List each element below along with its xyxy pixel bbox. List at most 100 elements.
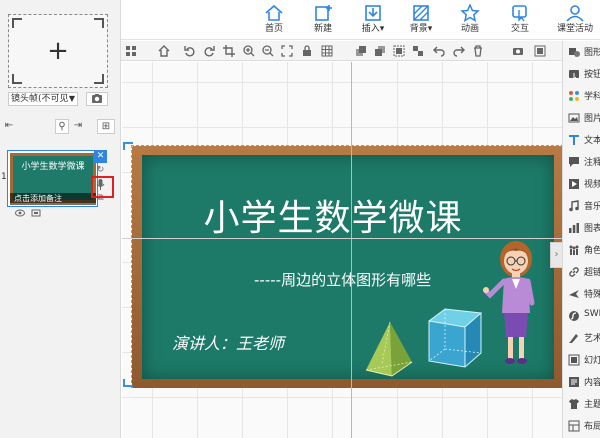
- ungroup-icon[interactable]: [412, 45, 424, 57]
- slide-speaker[interactable]: 演讲人：王老师: [172, 330, 284, 354]
- rotate-left-icon[interactable]: [184, 45, 196, 57]
- animation-button[interactable]: 动画: [444, 3, 496, 39]
- close-icon[interactable]: ✕: [94, 150, 107, 163]
- panel-item-subject[interactable]: 学科: [563, 85, 600, 107]
- cube-illustration[interactable]: [425, 305, 485, 371]
- add-frame-button[interactable]: +: [8, 14, 108, 88]
- interact-button[interactable]: 交互: [494, 3, 546, 39]
- frame-visibility-select[interactable]: 镜头帧(不可见 ▼: [8, 92, 78, 106]
- panel-label-layout: 布局: [584, 422, 600, 432]
- panel-item-button[interactable]: 按钮: [563, 63, 600, 85]
- collapse-panel-tab[interactable]: ›: [550, 242, 562, 268]
- teacher-character-illustration[interactable]: [482, 237, 546, 369]
- camera-button[interactable]: [86, 92, 108, 106]
- layer-up-icon[interactable]: [355, 45, 367, 57]
- delete-icon[interactable]: [472, 45, 484, 57]
- new-button[interactable]: 新建: [297, 3, 349, 39]
- fit-icon[interactable]: [281, 45, 293, 57]
- insert-button[interactable]: 插入▾: [347, 3, 399, 39]
- panel-label-special: 特殊: [584, 290, 600, 300]
- redo-icon[interactable]: [453, 45, 465, 57]
- panel-item-slide[interactable]: 幻灯: [563, 349, 600, 371]
- button-icon: [569, 70, 579, 80]
- layer-down-icon[interactable]: [374, 45, 386, 57]
- grid-view-icon[interactable]: [125, 45, 137, 57]
- panel-item-comment[interactable]: 注释: [563, 151, 600, 173]
- chalkboard-slide[interactable]: 小学生数学微课 -----周边的立体图形有哪些 演讲人：王老师: [132, 146, 564, 388]
- insert-panel: 图形 按钮 学科 图片 文本 注释 视频 音乐 图表 角色 超链 特殊 SW 艺…: [562, 41, 600, 438]
- panel-label-video: 视频: [584, 180, 600, 190]
- background-label: 背景▾: [409, 24, 433, 34]
- screenshot-icon[interactable]: [512, 45, 524, 57]
- selection-handle[interactable]: [125, 142, 133, 144]
- frame-settings-icon[interactable]: ⊞: [97, 119, 115, 134]
- undo-icon[interactable]: [433, 45, 445, 57]
- theme-icon: [569, 399, 579, 409]
- chalkboard-surface: 小学生数学微课 -----周边的立体图形有哪些 演讲人：王老师: [142, 155, 554, 379]
- selection-handle[interactable]: [123, 379, 125, 387]
- frame-icon[interactable]: [31, 209, 41, 217]
- panel-item-image[interactable]: 图片: [563, 107, 600, 129]
- comment-icon: [569, 157, 579, 167]
- add-note-caption[interactable]: 点击添加备注: [10, 193, 96, 205]
- panel-label-theme: 主题: [584, 400, 600, 410]
- animation-label: 动画: [460, 24, 479, 34]
- art-icon: [569, 334, 578, 343]
- selection-handle[interactable]: [125, 385, 133, 387]
- panel-item-swf[interactable]: SWF: [563, 305, 600, 327]
- panel-label-subject: 学科: [584, 92, 600, 102]
- slide-subtitle[interactable]: -----周边的立体图形有哪些: [254, 269, 431, 290]
- special-icon: [569, 290, 579, 298]
- home-small-icon[interactable]: [158, 45, 170, 57]
- thumbnail-number: 1: [1, 172, 7, 182]
- zoom-out-icon[interactable]: [262, 45, 274, 57]
- home-button[interactable]: 首页: [248, 3, 300, 39]
- panel-item-art[interactable]: 艺术: [563, 327, 600, 349]
- role-icon: [569, 245, 579, 255]
- eye-icon[interactable]: [15, 209, 25, 217]
- panel-item-video[interactable]: 视频: [563, 173, 600, 195]
- background-icon: [413, 5, 429, 21]
- zoom-icon[interactable]: ⚲: [55, 119, 69, 134]
- panel-item-layout[interactable]: 布局: [563, 415, 600, 437]
- chevron-down-icon: ▼: [68, 94, 75, 103]
- first-frame-icon[interactable]: ⇤: [2, 119, 16, 134]
- slide-icon: [568, 354, 580, 366]
- zoom-in-icon[interactable]: [243, 45, 255, 57]
- panel-label-chart: 图表: [584, 224, 600, 234]
- panel-item-theme[interactable]: 主题: [563, 393, 600, 415]
- crop-icon[interactable]: [223, 45, 235, 57]
- slide-title[interactable]: 小学生数学微课: [142, 189, 524, 241]
- layout-icon: [568, 420, 580, 432]
- classroom-activity-button[interactable]: 课堂活动: [549, 3, 600, 39]
- insert-label: 插入▾: [361, 24, 385, 34]
- music-icon: [569, 200, 579, 212]
- background-button[interactable]: 背景▾: [395, 3, 447, 39]
- panel-item-music[interactable]: 音乐: [563, 195, 600, 217]
- panel-item-role[interactable]: 角色: [563, 239, 600, 261]
- thumbnail-title: 小学生数学微课: [21, 162, 85, 172]
- rotate-right-icon[interactable]: [203, 45, 215, 57]
- classroom-activity-label: 课堂活动: [556, 24, 593, 34]
- last-frame-icon[interactable]: ⇥: [71, 119, 85, 134]
- camera-icon: [92, 94, 102, 103]
- panel-item-special[interactable]: 特殊: [563, 283, 600, 305]
- preview-icon[interactable]: [534, 45, 546, 57]
- plus-icon: +: [47, 36, 69, 66]
- panel-item-link[interactable]: 超链: [563, 261, 600, 283]
- chart-icon: [569, 223, 579, 233]
- new-label: 新建: [313, 24, 332, 34]
- panel-item-text[interactable]: 文本: [563, 129, 600, 151]
- lock-icon[interactable]: [301, 45, 313, 57]
- interact-icon: [512, 5, 527, 22]
- panel-item-content[interactable]: 内容: [563, 371, 600, 393]
- panel-item-shape[interactable]: 图形: [563, 41, 600, 63]
- pyramid-illustration[interactable]: [362, 320, 414, 378]
- panel-item-chart[interactable]: 图表: [563, 217, 600, 239]
- group-icon[interactable]: [393, 45, 405, 57]
- subject-icon: [569, 91, 579, 101]
- selection-handle[interactable]: [123, 142, 125, 150]
- center-guide-vertical: [351, 62, 352, 438]
- table-icon[interactable]: [321, 45, 333, 57]
- home-icon: [265, 4, 283, 21]
